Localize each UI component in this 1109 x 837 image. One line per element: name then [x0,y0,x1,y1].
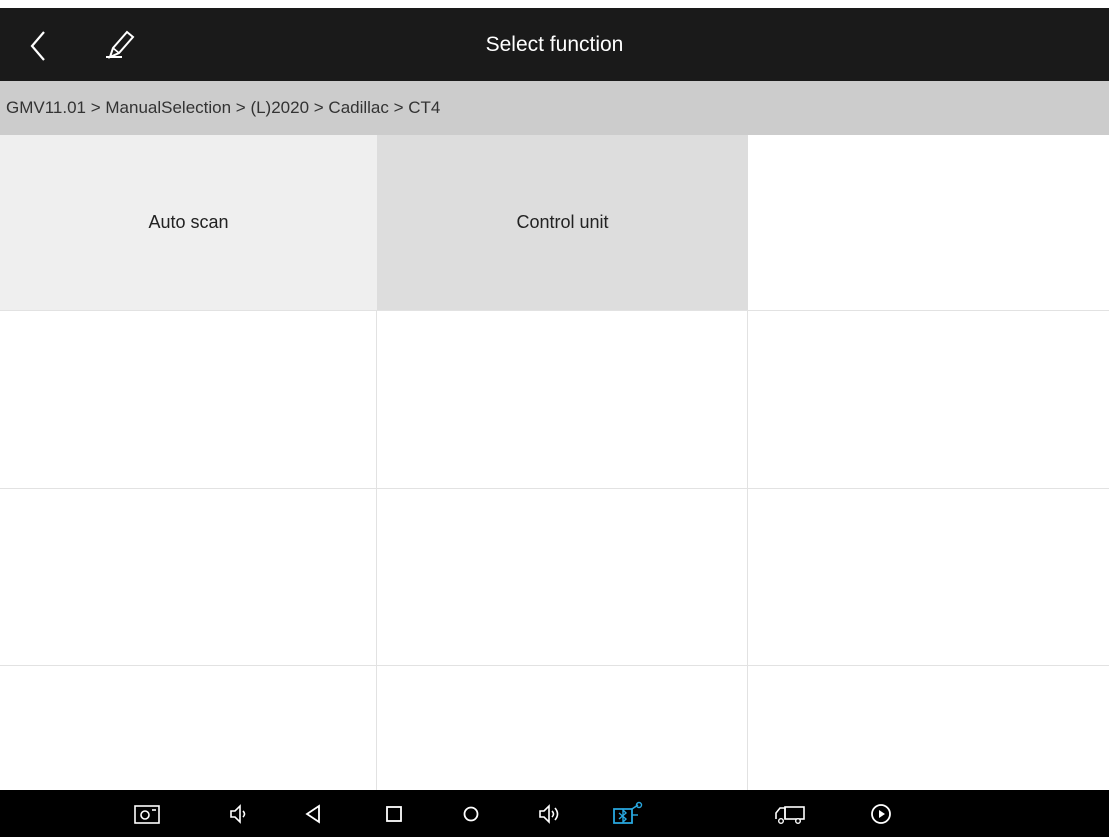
screenshot-icon [134,804,160,824]
screenshot-button[interactable] [131,790,163,837]
back-nav-icon [305,803,320,824]
empty-cell [0,489,377,666]
home-square-icon [386,805,402,822]
empty-cell [748,135,1109,311]
play-icon [871,803,891,824]
empty-cell [748,311,1109,489]
empty-cell [377,489,748,666]
vci-button[interactable] [609,790,645,837]
volume-up-button[interactable] [536,790,564,837]
system-nav-bar [0,790,1109,837]
recents-button[interactable] [381,790,407,837]
empty-cell [377,666,748,790]
empty-cell [748,666,1109,790]
play-button[interactable] [868,790,894,837]
breadcrumb: GMV11.01 > ManualSelection > (L)2020 > C… [0,81,1109,135]
control-unit-button[interactable]: Control unit [377,135,748,311]
volume-down-icon [230,803,246,824]
vci-bluetooth-icon [613,801,643,824]
empty-cell [377,311,748,489]
truck-button[interactable] [772,790,808,837]
back-nav-button[interactable] [300,790,326,837]
volume-down-button[interactable] [226,790,252,837]
page-title: Select function [485,33,624,56]
function-grid: Auto scan Control unit [0,135,1109,790]
circle-home-icon [463,806,479,821]
volume-up-icon [539,803,559,824]
auto-scan-button[interactable]: Auto scan [0,135,377,311]
empty-cell [0,311,377,489]
empty-cell [748,489,1109,666]
home-button[interactable] [458,790,484,837]
truck-icon [775,805,805,824]
empty-cell [0,666,377,790]
top-bar: Select function [0,0,1109,81]
